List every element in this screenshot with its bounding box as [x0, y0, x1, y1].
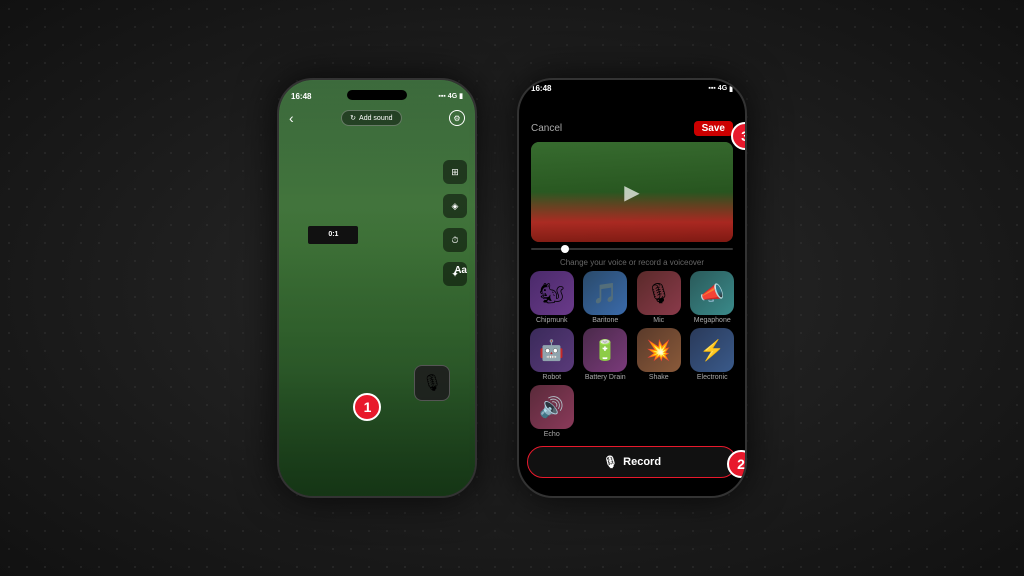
mic-icon: 🎙 [637, 271, 681, 315]
badge-2: 2 [727, 450, 747, 478]
shake-label: Shake [649, 374, 669, 381]
megaphone-icon: 📣 [690, 271, 734, 315]
progress-thumb [561, 245, 569, 253]
progress-track [531, 248, 733, 250]
robot-label: Robot [542, 374, 561, 381]
voice-icon: 🎙 [422, 373, 442, 393]
progress-area[interactable] [519, 242, 745, 256]
record-label: Record [623, 456, 661, 468]
signal-bars-2: ▪▪▪ [708, 85, 715, 92]
phone-camera: 0:1 16:48 ▪▪▪ 4G ▮ ‹ ↻ Add sound ⚙ ⊞ ◈ ⏱… [277, 78, 477, 498]
effect-shake[interactable]: 💥 Shake [634, 328, 684, 381]
mic-record-icon: 🎙 [603, 455, 618, 469]
mic-label: Mic [653, 317, 664, 324]
dynamic-island-2 [602, 90, 662, 100]
battery-icon: ▮ [459, 92, 463, 100]
effects-header: Cancel Save [519, 93, 745, 142]
effect-battery-drain[interactable]: 🔋 Battery Drain [581, 328, 631, 381]
main-scene: 0:1 16:48 ▪▪▪ 4G ▮ ‹ ↻ Add sound ⚙ ⊞ ◈ ⏱… [0, 0, 1024, 576]
baritone-label: Baritone [592, 317, 618, 324]
settings-button[interactable]: ⚙ [449, 110, 465, 126]
time-phone1: 16:48 [291, 92, 311, 101]
add-sound-button[interactable]: ↻ Add sound [341, 110, 401, 126]
back-button[interactable]: ‹ [289, 110, 294, 126]
video-preview[interactable]: ▶ [531, 142, 733, 242]
effect-baritone[interactable]: 🎵 Baritone [581, 271, 631, 324]
flip-camera-button[interactable]: ⊞ [443, 160, 467, 184]
echo-icon: 🔊 [530, 385, 574, 429]
effect-chipmunk[interactable]: 🐿 Chipmunk [527, 271, 577, 324]
add-sound-label: Add sound [359, 115, 392, 122]
play-button[interactable]: ▶ [531, 142, 733, 242]
signal-bars: ▪▪▪ [438, 93, 445, 100]
megaphone-label: Megaphone [694, 317, 731, 324]
record-area: 🎙 Record [519, 438, 745, 490]
electronic-icon: ⚡ [690, 328, 734, 372]
save-button[interactable]: Save [694, 121, 733, 136]
battery-icon-2: ▮ [729, 85, 733, 93]
time-phone2: 16:48 [531, 84, 551, 93]
refresh-icon: ↻ [350, 114, 356, 122]
phone-effects: 16:48 ▪▪▪ 4G ▮ Cancel Save ▶ [517, 78, 747, 498]
voice-effect-button[interactable]: 🎙 [414, 365, 450, 401]
effect-echo[interactable]: 🔊 Echo [527, 385, 577, 438]
dynamic-island [347, 90, 407, 100]
signal-type-2: 4G [718, 85, 727, 92]
baritone-icon: 🎵 [583, 271, 627, 315]
effects-grid: 🐿 Chipmunk 🎵 Baritone 🎙 Mic 📣 Megaphone … [519, 271, 745, 438]
signal-type: 4G [448, 93, 457, 100]
camera-top-bar: ‹ ↻ Add sound ⚙ [279, 110, 475, 126]
effect-megaphone[interactable]: 📣 Megaphone [688, 271, 738, 324]
effects-screen: 16:48 ▪▪▪ 4G ▮ Cancel Save ▶ [519, 80, 745, 496]
echo-label: Echo [544, 431, 560, 438]
electronic-label: Electronic [697, 374, 728, 381]
effect-electronic[interactable]: ⚡ Electronic [688, 328, 738, 381]
record-button[interactable]: 🎙 Record [527, 446, 737, 478]
voice-instructions: Change your voice or record a voiceover [519, 256, 745, 271]
effect-robot[interactable]: 🤖 Robot [527, 328, 577, 381]
timer-button[interactable]: ⏱ [443, 228, 467, 252]
cancel-button[interactable]: Cancel [531, 123, 562, 134]
status-icons-phone1: ▪▪▪ 4G ▮ [438, 92, 463, 100]
chipmunk-label: Chipmunk [536, 317, 568, 324]
stadium-overlay [279, 80, 475, 496]
shake-icon: 💥 [637, 328, 681, 372]
robot-icon: 🤖 [530, 328, 574, 372]
text-tool[interactable]: Aa [454, 265, 467, 276]
battery-drain-icon: 🔋 [583, 328, 627, 372]
chipmunk-icon: 🐿 [530, 271, 574, 315]
filters-button[interactable]: ◈ [443, 194, 467, 218]
effect-mic[interactable]: 🎙 Mic [634, 271, 684, 324]
battery-drain-label: Battery Drain [585, 374, 626, 381]
status-icons-phone2: ▪▪▪ 4G ▮ [708, 85, 733, 93]
scoreboard: 0:1 [308, 226, 358, 244]
